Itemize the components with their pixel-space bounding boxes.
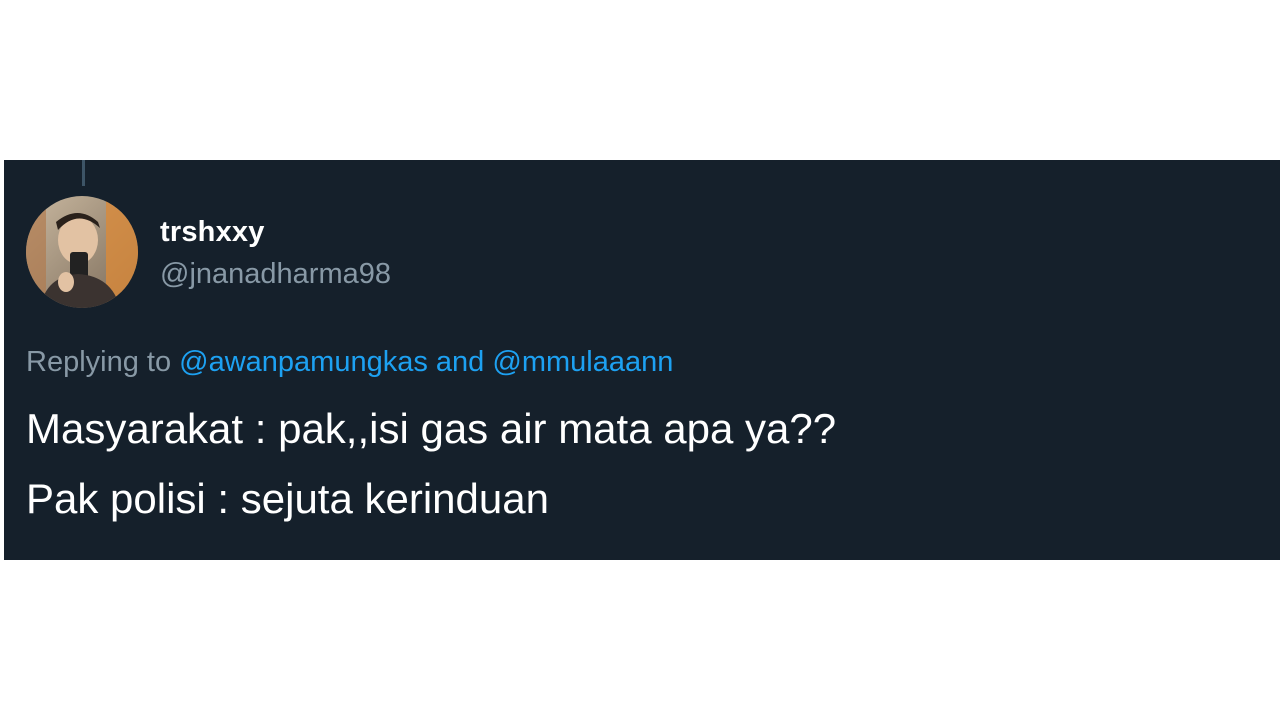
reply-mention-link[interactable]: @mmulaaann <box>492 346 673 378</box>
tweet-card: trshxxy @jnanadharma98 Replying to @awan… <box>4 160 1280 560</box>
reply-mention-link[interactable]: @awanpamungkas <box>179 346 428 378</box>
avatar[interactable] <box>26 196 138 308</box>
replying-to-line: Replying to @awanpamungkas and @mmulaaan… <box>26 346 673 379</box>
tweet-text-line: Masyarakat : pak,,isi gas air mata apa y… <box>26 405 837 452</box>
author-handle[interactable]: @jnanadharma98 <box>160 258 391 291</box>
avatar-photo <box>26 196 138 308</box>
reply-conjunction: and <box>435 346 485 378</box>
thread-connector-line <box>82 160 85 186</box>
author-display-name[interactable]: trshxxy <box>160 216 265 249</box>
page: trshxxy @jnanadharma98 Replying to @awan… <box>0 0 1280 720</box>
replying-to-prefix: Replying to <box>26 346 172 378</box>
tweet-text-line: Pak polisi : sejuta kerinduan <box>26 475 549 522</box>
tweet-text: Masyarakat : pak,,isi gas air mata apa y… <box>26 394 836 534</box>
